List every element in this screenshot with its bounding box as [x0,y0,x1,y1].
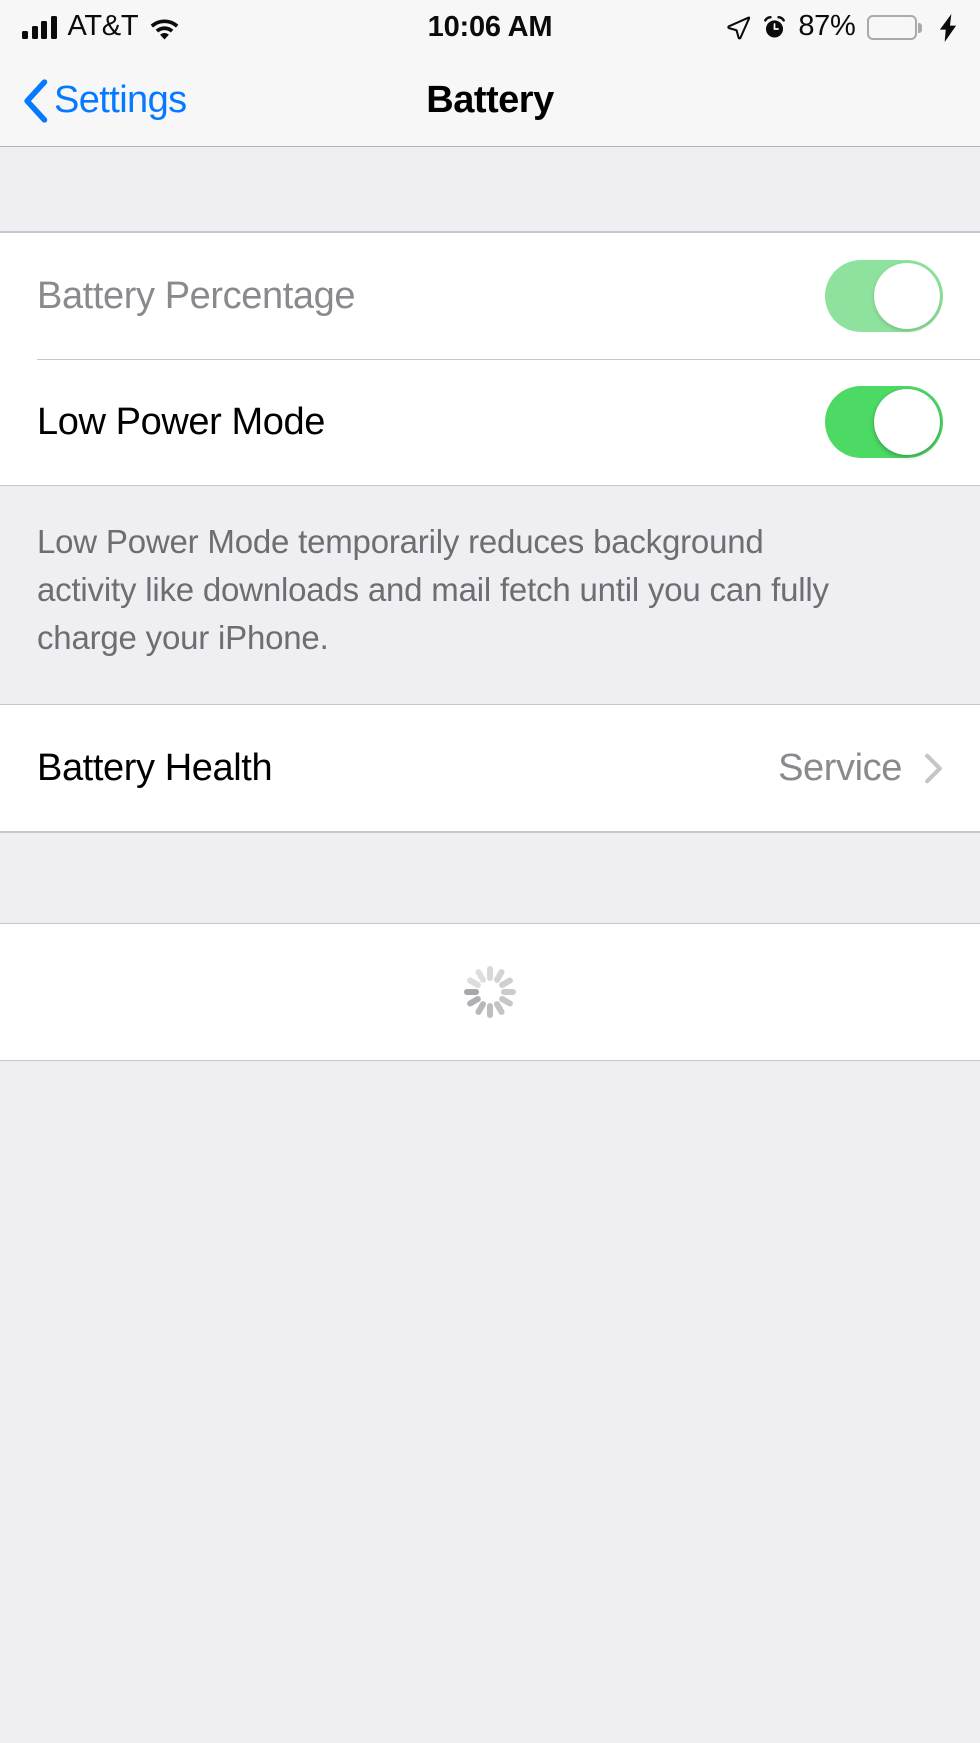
top-spacer [0,147,980,232]
low-power-mode-toggle[interactable] [825,386,943,458]
wifi-icon [149,16,180,40]
battery-icon [866,15,922,40]
back-button-label: Settings [54,79,187,121]
navigation-bar: Settings Battery [0,55,980,147]
status-bar: AT&T 10:06 AM 87% [0,0,980,55]
activity-spinner-icon [464,966,516,1018]
lightning-bolt-icon [933,13,958,42]
middle-spacer [0,832,980,924]
usage-loading-section [0,924,980,1061]
battery-percentage-toggle[interactable] [825,260,943,332]
back-button[interactable]: Settings [0,78,187,123]
chevron-left-icon [22,78,48,123]
row-low-power-mode-label: Low Power Mode [37,400,325,443]
carrier-name: AT&T [67,10,139,42]
status-bar-left: AT&T [22,12,180,43]
location-arrow-icon [726,15,751,40]
row-battery-health-right: Service [778,747,943,790]
chevron-right-icon [924,752,943,785]
row-battery-percentage-right [825,260,943,332]
alarm-clock-icon [762,15,787,40]
toggles-group: Battery Percentage Low Power Mode [0,232,980,486]
status-bar-right: 87% [726,12,958,43]
row-low-power-mode[interactable]: Low Power Mode [0,359,980,485]
battery-health-value: Service [778,746,902,789]
battery-health-group: Battery Health Service [0,704,980,832]
row-battery-health-label: Battery Health [37,746,273,789]
low-power-mode-footer-text: Low Power Mode temporarily reduces backg… [37,523,829,656]
row-battery-health[interactable]: Battery Health Service [0,705,980,831]
cellular-signal-icon [22,15,57,39]
row-battery-percentage[interactable]: Battery Percentage [0,233,980,359]
row-battery-percentage-label: Battery Percentage [37,274,356,317]
low-power-mode-footer: Low Power Mode temporarily reduces backg… [0,486,980,704]
row-low-power-mode-right [825,386,943,458]
battery-percentage-text: 87% [798,10,856,42]
